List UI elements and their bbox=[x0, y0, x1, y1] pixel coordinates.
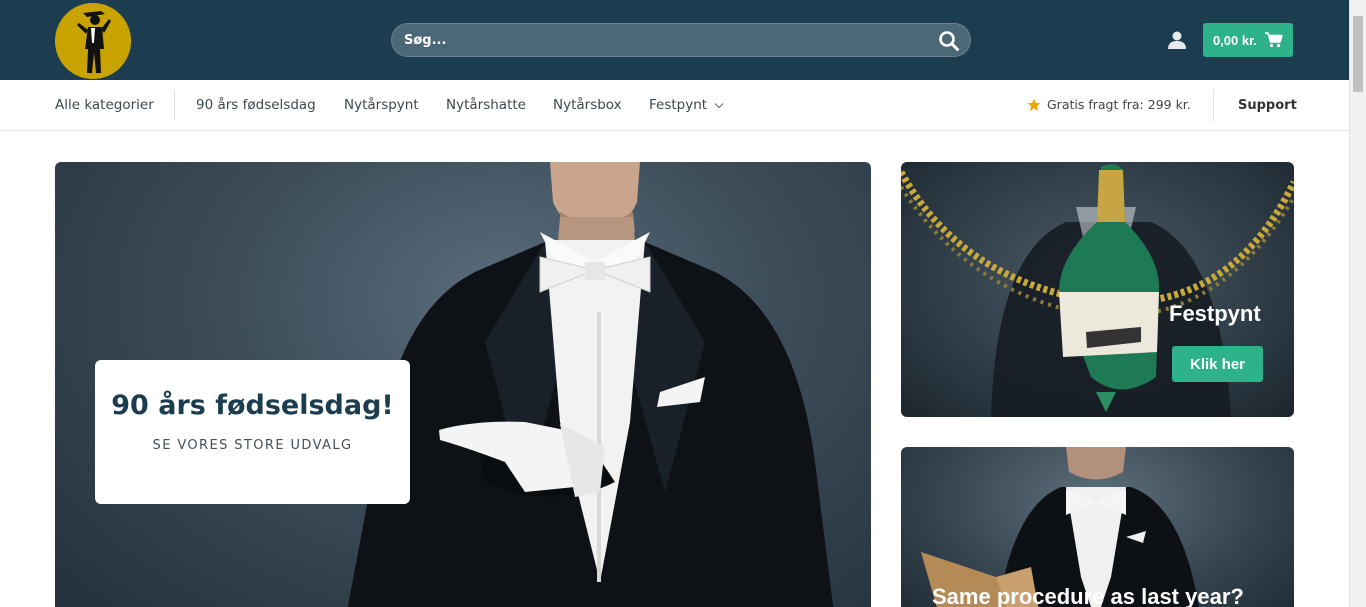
shipping-text: Gratis fragt fra: 299 kr. bbox=[1047, 97, 1191, 112]
nav-divider bbox=[1213, 90, 1214, 121]
free-shipping-note: Gratis fragt fra: 299 kr. bbox=[1027, 97, 1191, 112]
star-icon bbox=[1027, 98, 1041, 111]
page: 0,00 kr. Alle kategorier 90 års fødselsd… bbox=[0, 0, 1366, 607]
main-navigation: Alle kategorier 90 års fødselsdag Nytårs… bbox=[0, 80, 1349, 131]
site-logo[interactable] bbox=[55, 3, 131, 79]
nav-item-festpynt-label: Festpynt bbox=[649, 97, 708, 113]
search-icon[interactable] bbox=[938, 30, 960, 52]
user-icon[interactable] bbox=[1166, 29, 1188, 51]
cart-button[interactable]: 0,00 kr. bbox=[1203, 23, 1293, 57]
butler-logo-icon bbox=[55, 3, 131, 79]
banner-festpynt-title: Festpynt bbox=[1169, 301, 1261, 326]
nav-item-90-aars[interactable]: 90 års fødselsdag bbox=[196, 97, 316, 113]
chevron-down-icon bbox=[714, 103, 724, 109]
nav-item-nytaarsbox[interactable]: Nytårsbox bbox=[553, 97, 622, 113]
hero-card[interactable]: 90 års fødselsdag! SE VORES STORE UDVALG bbox=[95, 360, 410, 504]
nav-all-categories[interactable]: Alle kategorier bbox=[55, 97, 154, 113]
cart-icon bbox=[1265, 32, 1283, 48]
top-header: 0,00 kr. bbox=[0, 0, 1349, 80]
support-link[interactable]: Support bbox=[1238, 98, 1297, 113]
butler-box-image bbox=[921, 447, 1199, 607]
search-bar bbox=[391, 23, 971, 57]
nav-item-festpynt[interactable]: Festpynt bbox=[649, 97, 724, 113]
search-input[interactable] bbox=[392, 24, 970, 56]
cart-total: 0,00 kr. bbox=[1212, 32, 1258, 48]
scrollbar-thumb[interactable] bbox=[1353, 16, 1363, 92]
banner-same-procedure[interactable] bbox=[901, 447, 1294, 607]
page-scrollbar[interactable] bbox=[1349, 0, 1366, 607]
klik-her-button[interactable]: Klik her bbox=[1172, 346, 1263, 382]
nav-item-nytaarshatte[interactable]: Nytårshatte bbox=[446, 97, 526, 113]
nav-divider bbox=[174, 90, 175, 121]
hero-subtitle: SE VORES STORE UDVALG bbox=[152, 438, 353, 453]
hero-title: 90 års fødselsdag! bbox=[111, 390, 394, 421]
banner-same-procedure-title: Same procedure as last year? bbox=[932, 584, 1244, 607]
nav-item-nytaarspynt[interactable]: Nytårspynt bbox=[344, 97, 419, 113]
